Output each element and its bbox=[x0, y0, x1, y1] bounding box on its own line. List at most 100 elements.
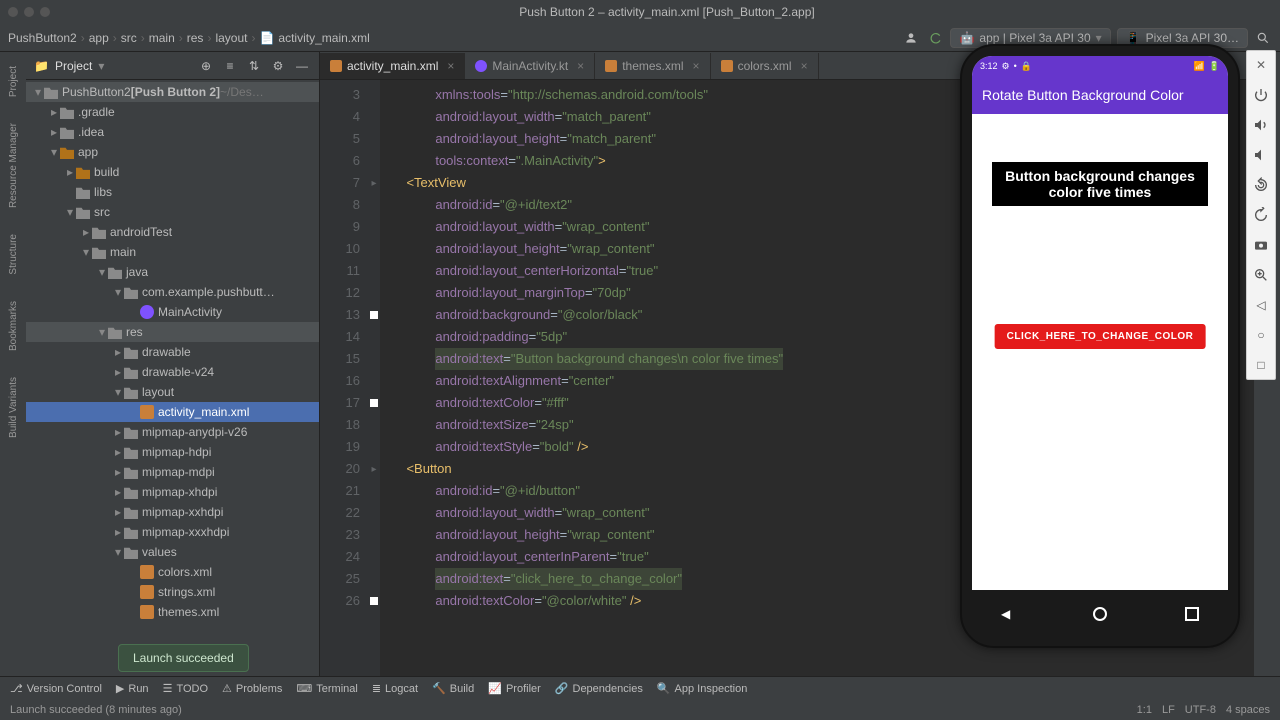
breadcrumb-seg[interactable]: PushButton2 bbox=[8, 31, 77, 45]
breadcrumb-seg[interactable]: app bbox=[89, 31, 109, 45]
editor-tab[interactable]: themes.xml× bbox=[595, 53, 710, 79]
tree-row[interactable]: ▸mipmap-xxhdpi bbox=[26, 502, 319, 522]
close-tab-icon[interactable]: × bbox=[577, 59, 584, 73]
bottom-tool-problems[interactable]: ⚠Problems bbox=[222, 682, 282, 695]
tree-row[interactable]: ▸mipmap-mdpi bbox=[26, 462, 319, 482]
hide-icon[interactable]: — bbox=[293, 57, 311, 75]
tree-row[interactable]: ▾java bbox=[26, 262, 319, 282]
rail-bookmarks[interactable]: Bookmarks bbox=[8, 301, 19, 351]
editor-tab[interactable]: colors.xml× bbox=[711, 53, 819, 79]
chevron-down-icon[interactable]: ▾ bbox=[98, 59, 104, 73]
tree-row[interactable]: ▸build bbox=[26, 162, 319, 182]
emulator-screen[interactable]: 3:12 ⚙ • 🔒 📶 🔋 Rotate Button Background … bbox=[972, 56, 1228, 590]
home-nav-icon[interactable]: ○ bbox=[1251, 325, 1271, 345]
tree-row[interactable]: ▸mipmap-xxxhdpi bbox=[26, 522, 319, 542]
tree-row[interactable]: ▾main bbox=[26, 242, 319, 262]
tree-row[interactable]: ▸androidTest bbox=[26, 222, 319, 242]
emulator-toolbar[interactable]: ✕ ◁ ○ □ bbox=[1246, 50, 1276, 380]
project-tree[interactable]: ▾PushButton2 [Push Button 2] ~/Des…▸.gra… bbox=[26, 80, 319, 682]
locate-icon[interactable]: ⊕ bbox=[197, 57, 215, 75]
breadcrumb-seg[interactable]: res bbox=[187, 31, 204, 45]
tree-row[interactable]: ▸drawable bbox=[26, 342, 319, 362]
emulator-frame: 3:12 ⚙ • 🔒 📶 🔋 Rotate Button Background … bbox=[960, 44, 1240, 648]
android-icon: 🤖 bbox=[959, 31, 974, 45]
bottom-toolbar[interactable]: ⎇Version Control ▶Run ☰TODO ⚠Problems ⌨Termi… bbox=[0, 676, 1280, 700]
breadcrumb-seg[interactable]: activity_main.xml bbox=[278, 31, 369, 45]
bottom-tool-dependencies[interactable]: 🔗Dependencies bbox=[555, 682, 643, 695]
tree-row[interactable]: ▸mipmap-anydpi-v26 bbox=[26, 422, 319, 442]
tree-row[interactable]: libs bbox=[26, 182, 319, 202]
collapse-icon[interactable]: ⇅ bbox=[245, 57, 263, 75]
bottom-tool-terminal[interactable]: ⌨Terminal bbox=[296, 682, 357, 695]
tree-row[interactable]: ▸.idea bbox=[26, 122, 319, 142]
back-icon[interactable]: ◀ bbox=[1001, 607, 1015, 621]
back-nav-icon[interactable]: ◁ bbox=[1251, 295, 1271, 315]
toast-launch-succeeded: Launch succeeded bbox=[118, 644, 249, 672]
change-color-button[interactable]: CLICK_HERE_TO_CHANGE_COLOR bbox=[995, 324, 1206, 349]
tree-row[interactable]: ▸mipmap-xhdpi bbox=[26, 482, 319, 502]
tree-row[interactable]: ▾com.example.pushbutt… bbox=[26, 282, 319, 302]
sync-icon[interactable] bbox=[926, 29, 944, 47]
rotate-left-icon[interactable] bbox=[1251, 175, 1271, 195]
tree-row[interactable]: themes.xml bbox=[26, 602, 319, 622]
bottom-tool-profiler[interactable]: 📈Profiler bbox=[488, 682, 541, 695]
breadcrumb[interactable]: PushButton2›app›src›main›res›layout›📄 ac… bbox=[8, 31, 896, 45]
recents-icon[interactable] bbox=[1185, 607, 1199, 621]
line-gutter[interactable]: 3456789101112131415161718192021222324252… bbox=[320, 80, 368, 682]
left-tool-rail[interactable]: Project Resource Manager Structure Bookm… bbox=[0, 52, 26, 682]
tree-row[interactable]: MainActivity bbox=[26, 302, 319, 322]
android-navbar[interactable]: ◀ bbox=[962, 596, 1238, 632]
breadcrumb-seg[interactable]: src bbox=[121, 31, 137, 45]
bottom-tool-version-control[interactable]: ⎇Version Control bbox=[10, 682, 102, 695]
tree-row[interactable]: ▾res bbox=[26, 322, 319, 342]
bottom-tool-build[interactable]: 🔨Build bbox=[432, 682, 474, 695]
editor-tab[interactable]: MainActivity.kt× bbox=[465, 53, 595, 79]
gear-icon[interactable]: ⚙ bbox=[269, 57, 287, 75]
rail-build-variants[interactable]: Build Variants bbox=[8, 377, 19, 438]
search-icon[interactable] bbox=[1254, 29, 1272, 47]
tree-row[interactable]: ▸.gradle bbox=[26, 102, 319, 122]
app-bar: Rotate Button Background Color bbox=[972, 76, 1228, 114]
rail-structure[interactable]: Structure bbox=[8, 234, 19, 275]
volume-up-icon[interactable] bbox=[1251, 115, 1271, 135]
rail-project[interactable]: Project bbox=[8, 66, 19, 97]
tree-row[interactable]: ▸drawable-v24 bbox=[26, 362, 319, 382]
tree-row[interactable]: ▾app bbox=[26, 142, 319, 162]
tree-row[interactable]: activity_main.xml bbox=[26, 402, 319, 422]
overview-nav-icon[interactable]: □ bbox=[1251, 355, 1271, 375]
fold-column[interactable]: ▸▸ bbox=[368, 80, 380, 682]
rotate-right-icon[interactable] bbox=[1251, 205, 1271, 225]
chevron-down-icon: ▾ bbox=[1096, 31, 1102, 45]
expand-icon[interactable]: ≡ bbox=[221, 57, 239, 75]
home-icon[interactable] bbox=[1093, 607, 1107, 621]
tree-row[interactable]: strings.xml bbox=[26, 582, 319, 602]
window-controls[interactable] bbox=[8, 7, 50, 17]
bottom-tool-todo[interactable]: ☰TODO bbox=[163, 682, 208, 695]
code-text[interactable]: xmlns:tools="http://schemas.android.com/… bbox=[380, 80, 783, 682]
tree-row[interactable]: ▾values bbox=[26, 542, 319, 562]
close-tab-icon[interactable]: × bbox=[447, 59, 454, 73]
tree-row[interactable]: ▾layout bbox=[26, 382, 319, 402]
camera-icon[interactable] bbox=[1251, 235, 1271, 255]
tree-row[interactable]: ▾PushButton2 [Push Button 2] ~/Des… bbox=[26, 82, 319, 102]
zoom-icon[interactable] bbox=[1251, 265, 1271, 285]
breadcrumb-seg[interactable]: main bbox=[149, 31, 175, 45]
bottom-tool-run[interactable]: ▶Run bbox=[116, 682, 149, 695]
bottom-tool-logcat[interactable]: ≣Logcat bbox=[372, 682, 418, 695]
project-panel: 📁 Project ▾ ⊕ ≡ ⇅ ⚙ — ▾PushButton2 [Push… bbox=[26, 52, 320, 682]
breadcrumb-seg[interactable]: layout bbox=[215, 31, 247, 45]
editor-tab[interactable]: activity_main.xml× bbox=[320, 53, 465, 79]
tree-row[interactable]: ▸mipmap-hdpi bbox=[26, 442, 319, 462]
rail-resource-manager[interactable]: Resource Manager bbox=[8, 123, 19, 208]
close-icon[interactable]: ✕ bbox=[1251, 55, 1271, 75]
user-icon[interactable] bbox=[902, 29, 920, 47]
battery-icon: 🔋 bbox=[1209, 61, 1220, 72]
tree-row[interactable]: ▾src bbox=[26, 202, 319, 222]
tree-row[interactable]: colors.xml bbox=[26, 562, 319, 582]
close-tab-icon[interactable]: × bbox=[801, 59, 808, 73]
bottom-tool-app-inspection[interactable]: 🔍App Inspection bbox=[657, 682, 747, 695]
gear-icon: ⚙ bbox=[1002, 61, 1010, 72]
power-icon[interactable] bbox=[1251, 85, 1271, 105]
volume-down-icon[interactable] bbox=[1251, 145, 1271, 165]
close-tab-icon[interactable]: × bbox=[693, 59, 700, 73]
